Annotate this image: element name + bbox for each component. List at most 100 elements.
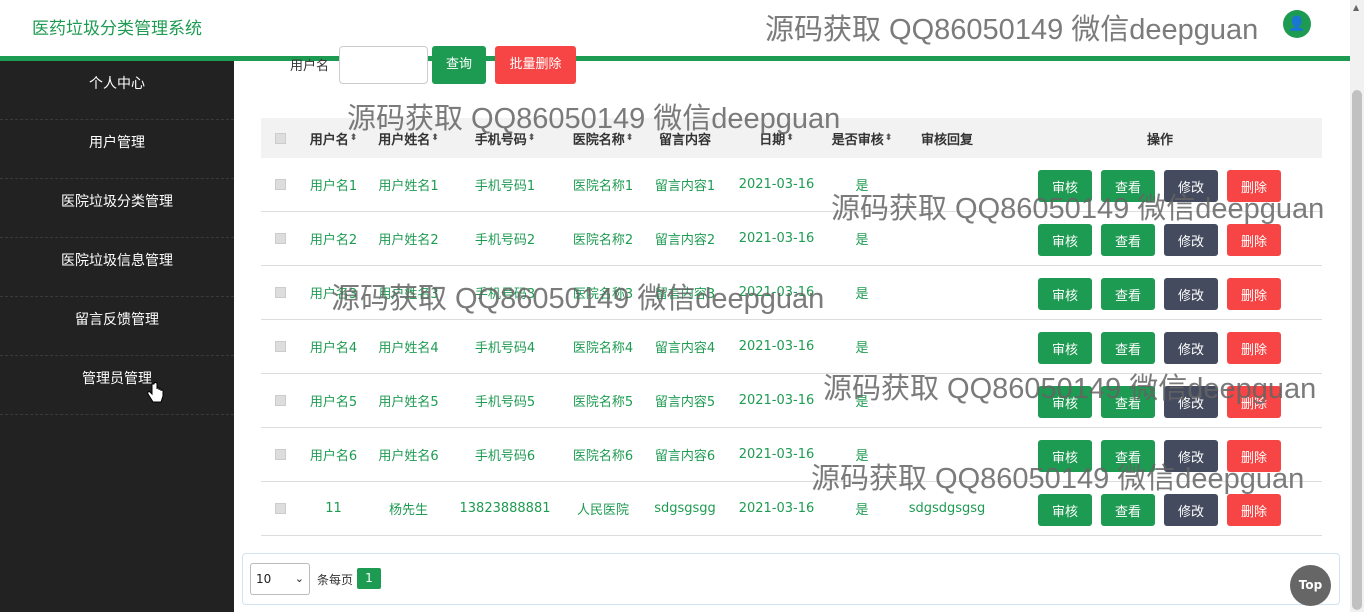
cell-audit-reply: [899, 212, 995, 265]
scrollbar-thumb[interactable]: [1352, 90, 1362, 610]
sort-icon: ⬍: [527, 133, 536, 143]
row-checkbox[interactable]: [269, 266, 291, 319]
sort-icon: ⬍: [786, 133, 794, 143]
sidebar: 个人中心 用户管理 医院垃圾分类管理 医院垃圾信息管理 留言反馈管理 管理员管理: [0, 61, 234, 612]
scroll-up-arrow-icon[interactable]: ▲: [1353, 3, 1359, 12]
col-header-username[interactable]: 用户名 ⬍: [296, 118, 371, 158]
cell-message: 留言内容3: [654, 287, 716, 302]
audit-button[interactable]: 审核: [1038, 494, 1092, 526]
select-all-checkbox[interactable]: [269, 118, 291, 158]
audit-button[interactable]: 审核: [1038, 224, 1092, 256]
audit-button[interactable]: 审核: [1038, 440, 1092, 472]
sidebar-item-waste-category[interactable]: 医院垃圾分类管理: [0, 179, 234, 238]
cell-message: 留言内容6: [654, 449, 716, 464]
delete-button[interactable]: 删除: [1227, 170, 1281, 202]
search-label: 用户名: [290, 59, 330, 74]
cell-phone: 手机号码5: [474, 395, 536, 410]
audit-button[interactable]: 审核: [1038, 386, 1092, 418]
cell-audited: 是: [855, 233, 869, 248]
view-button[interactable]: 查看: [1101, 170, 1155, 202]
edit-button[interactable]: 修改: [1164, 332, 1218, 364]
back-to-top-button[interactable]: Top: [1290, 565, 1331, 606]
sidebar-item-feedback[interactable]: 留言反馈管理: [0, 297, 234, 356]
cell-audited: 是: [855, 287, 869, 302]
delete-button[interactable]: 删除: [1227, 278, 1281, 310]
sidebar-item-waste-info[interactable]: 医院垃圾信息管理: [0, 238, 234, 297]
cell-message: 留言内容4: [654, 341, 716, 356]
row-checkbox[interactable]: [269, 158, 291, 211]
cell-phone: 手机号码3: [474, 287, 536, 302]
table-header: 用户名 ⬍ 用户姓名 ⬍ 手机号码 ⬍ 医院名称 ⬍ 留言内容 日期 ⬍ 是否审核 ⬍ 审核…: [261, 118, 1322, 158]
page-number-button[interactable]: 1: [357, 568, 381, 589]
cell-hospital: 医院名称3: [572, 287, 634, 302]
row-checkbox[interactable]: [269, 482, 291, 535]
view-button[interactable]: 查看: [1101, 440, 1155, 472]
view-button[interactable]: 查看: [1101, 494, 1155, 526]
audit-button[interactable]: 审核: [1038, 332, 1092, 364]
edit-button[interactable]: 修改: [1164, 386, 1218, 418]
delete-button[interactable]: 删除: [1227, 332, 1281, 364]
username-search-input[interactable]: [339, 46, 428, 84]
cell-audited: 是: [855, 341, 869, 356]
cell-date: 2021-03-16: [738, 393, 815, 408]
view-button[interactable]: 查看: [1101, 278, 1155, 310]
audit-button[interactable]: 审核: [1038, 170, 1092, 202]
chevron-down-icon: ⌄: [294, 572, 304, 585]
cell-hospital: 医院名称5: [572, 395, 634, 410]
table-row: 用户名5 用户姓名5 手机号码5 医院名称5 留言内容5 2021-03-16 是 审核 查看修…: [261, 374, 1322, 428]
cell-username: 用户名4: [309, 341, 358, 356]
delete-button[interactable]: 删除: [1227, 440, 1281, 472]
view-button[interactable]: 查看: [1101, 224, 1155, 256]
cell-phone: 手机号码1: [474, 179, 536, 194]
query-button[interactable]: 查询: [432, 46, 486, 84]
row-checkbox[interactable]: [269, 320, 291, 373]
delete-button[interactable]: 删除: [1227, 386, 1281, 418]
col-header-date[interactable]: 日期 ⬍: [728, 118, 825, 158]
edit-button[interactable]: 修改: [1164, 440, 1218, 472]
delete-button[interactable]: 删除: [1227, 494, 1281, 526]
table-row: 用户名6 用户姓名6 手机号码6 医院名称6 留言内容6 2021-03-16 是 审核 查看修…: [261, 428, 1322, 482]
user-avatar-icon[interactable]: 👤: [1283, 10, 1311, 38]
col-header-realname[interactable]: 用户姓名 ⬍: [371, 118, 446, 158]
cell-hospital: 医院名称6: [572, 449, 634, 464]
col-header-audited[interactable]: 是否审核 ⬍: [825, 118, 899, 158]
edit-button[interactable]: 修改: [1164, 494, 1218, 526]
hand-cursor-icon: [147, 382, 164, 403]
view-button[interactable]: 查看: [1101, 332, 1155, 364]
row-checkbox[interactable]: [269, 374, 291, 427]
cell-hospital: 人民医院: [576, 503, 629, 518]
cell-date: 2021-03-16: [738, 231, 815, 246]
row-checkbox[interactable]: [269, 212, 291, 265]
cell-username: 11: [325, 501, 342, 516]
cell-date: 2021-03-16: [738, 501, 815, 516]
pagination-bar: [242, 553, 1340, 605]
top-header: 医药垃圾分类管理系统 👤: [0, 0, 1350, 57]
sidebar-item-users[interactable]: 用户管理: [0, 120, 234, 179]
col-header-hospital[interactable]: 医院名称 ⬍: [564, 118, 642, 158]
cell-realname: 用户姓名1: [378, 179, 439, 194]
col-header-actions: 操作: [1146, 132, 1173, 148]
col-header-phone[interactable]: 手机号码 ⬍: [446, 118, 564, 158]
row-checkbox[interactable]: [269, 428, 291, 481]
cell-username: 用户名2: [309, 233, 358, 248]
cell-realname: 用户姓名2: [378, 233, 439, 248]
cell-realname: 杨先生: [388, 503, 428, 518]
table-row: 用户名4 用户姓名4 手机号码4 医院名称4 留言内容4 2021-03-16 是 审核 查看修…: [261, 320, 1322, 374]
cell-audited: 是: [855, 503, 869, 518]
sidebar-item-profile[interactable]: 个人中心: [0, 61, 234, 120]
app-title: 医药垃圾分类管理系统: [32, 19, 202, 39]
edit-button[interactable]: 修改: [1164, 224, 1218, 256]
audit-button[interactable]: 审核: [1038, 278, 1092, 310]
cell-username: 用户名1: [309, 179, 358, 194]
delete-button[interactable]: 删除: [1227, 224, 1281, 256]
cell-phone: 手机号码2: [474, 233, 536, 248]
page-size-select[interactable]: 10 ⌄: [250, 563, 310, 595]
table-row: 用户名1 用户姓名1 手机号码1 医院名称1 留言内容1 2021-03-16 是 审核 查看修…: [261, 158, 1322, 212]
cell-date: 2021-03-16: [738, 285, 815, 300]
cell-username: 用户名3: [309, 287, 358, 302]
edit-button[interactable]: 修改: [1164, 170, 1218, 202]
edit-button[interactable]: 修改: [1164, 278, 1218, 310]
view-button[interactable]: 查看: [1101, 386, 1155, 418]
sidebar-item-admins[interactable]: 管理员管理: [0, 356, 234, 415]
batch-delete-button[interactable]: 批量删除: [495, 46, 576, 84]
